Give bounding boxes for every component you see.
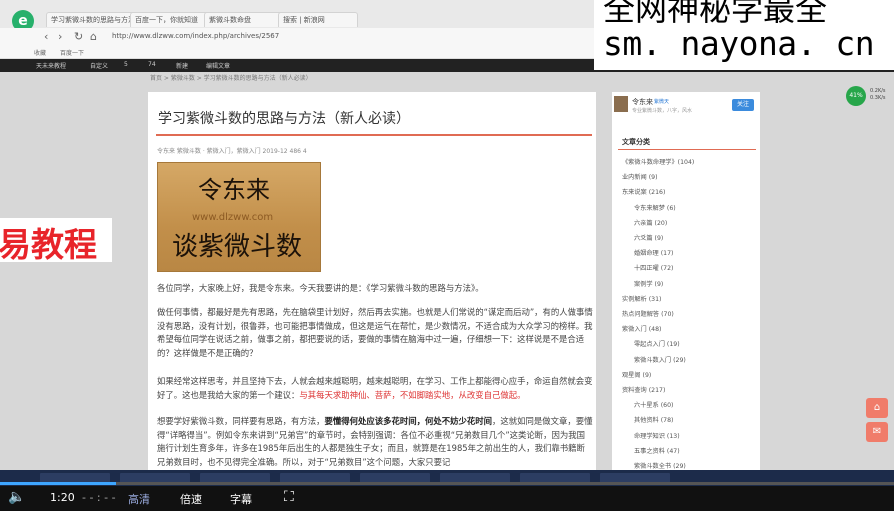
categories-title: 文章分类 <box>622 138 650 146</box>
follow-button[interactable]: 关注 <box>732 99 754 111</box>
admin-item-new[interactable]: 新建 <box>176 61 188 70</box>
home-button[interactable]: ⌂ <box>90 30 97 43</box>
browser-tab-active[interactable]: 学习紫微斗数的思路与方法（新人必读） <box>46 12 136 27</box>
article-paragraph-3: 如果经常这样思考，并且坚持下去，人就会越来越聪明，越来越聪明，在学习、工作上都能… <box>157 375 593 402</box>
tab-label: 紫微斗数命盘 <box>209 16 251 24</box>
article-paragraph-4: 想要学好紫微斗数，同样要有思路，有方法，要懂得何处应该多花时间，何处不妨少花时间… <box>157 415 593 471</box>
forward-button[interactable]: › <box>58 30 62 43</box>
sidebar-category-item[interactable]: 紫微斗数全书 (29) <box>634 461 686 470</box>
hero-calligraphy-line2: 谈紫微斗数 <box>172 232 303 262</box>
sidebar-category-item[interactable]: 案例学 (9) <box>634 279 663 288</box>
author-description: 专业紫微斗数，八字，风水 <box>632 108 693 114</box>
bold-text: 要懂得何处应该多花时间，何处不妨少花时间 <box>324 416 493 426</box>
duration: - - : - - <box>82 491 116 504</box>
sidebar-category-item[interactable]: 令东来解梦 (6) <box>634 203 676 212</box>
sidebar-category-item[interactable]: 观星阁 (9) <box>622 370 651 379</box>
tab-label: 搜索 | 新浪网 <box>283 16 325 24</box>
home-icon[interactable]: ⌂ <box>866 398 888 418</box>
left-overlay-text: 易教程 <box>0 225 97 264</box>
progress-track[interactable] <box>0 482 894 485</box>
sidebar-category-item[interactable]: 婚姻命理 (17) <box>634 248 673 257</box>
reload-button[interactable]: ↻ <box>74 30 83 43</box>
sidebar-category-item[interactable]: 十四正曜 (72) <box>634 263 673 272</box>
fullscreen-icon[interactable]: ⛶ <box>284 489 294 505</box>
article-title: 学习紫微斗数的思路与方法（新人必读） <box>158 111 410 127</box>
sidebar-category-item[interactable]: 紫微斗数入门 (29) <box>634 355 686 364</box>
breadcrumb[interactable]: 首页 > 紫微斗数 > 学习紫微斗数的思路与方法（新人必读） <box>150 73 312 82</box>
browser-tab[interactable]: 百度一下，你就知道 <box>130 12 210 27</box>
url-field[interactable]: http://www.dlzww.com/index.php/archives/… <box>112 32 279 40</box>
sidebar-category-item[interactable]: 六亲篇 (20) <box>634 218 667 227</box>
speed-button[interactable]: 倍速 <box>180 491 202 507</box>
tab-label: 百度一下，你就知道 <box>135 16 198 24</box>
admin-item-updates[interactable]: 5 <box>124 61 128 68</box>
article-paragraph-2: 做任何事情，都最好是先有思路，先在脑袋里计划好，然后再去实施。也就是人们常说的“… <box>157 307 593 358</box>
progress-fill <box>0 482 117 485</box>
tab-label: 学习紫微斗数的思路与方法（新人必读） <box>51 16 135 24</box>
sidebar-category-item[interactable]: 业内新闻 (9) <box>622 172 657 181</box>
volume-icon[interactable]: 🔈 <box>8 489 25 505</box>
video-player-controls: 🔈 1:20 - - : - - 高清 倍速 字幕 ⛶ <box>0 486 894 511</box>
paragraph-text: 想要学好紫微斗数，同样要有思路，有方法， <box>157 416 325 426</box>
admin-item-comments[interactable]: 74 <box>148 61 156 68</box>
admin-item-edit[interactable]: 编辑文章 <box>206 61 230 70</box>
sidebar-category-item[interactable]: 东来说案 (216) <box>622 187 665 196</box>
sidebar-category-item[interactable]: 五事之资料 (47) <box>634 446 680 455</box>
quality-button[interactable]: 高清 <box>128 491 150 507</box>
author-name[interactable]: 令东来 <box>632 97 653 107</box>
avatar[interactable] <box>614 96 628 112</box>
highlight-text: 与其每天求助神仙、菩萨，不如脚踏实地，从改变自己做起。 <box>299 389 526 400</box>
current-time: 1:20 <box>50 491 75 504</box>
bookmark-item[interactable]: 收藏 <box>34 48 46 57</box>
sidebar-category-item[interactable]: 资料查询 (217) <box>622 385 665 394</box>
hero-calligraphy-line1: 令东来 <box>198 176 270 204</box>
sidebar-category-item[interactable]: 《紫微斗数命理学》(104) <box>622 157 694 166</box>
sidebar-category-item[interactable]: 紫微入门 (48) <box>622 324 661 333</box>
speed-up-text: 0.2K/s <box>870 88 886 94</box>
hero-url-text: www.dlzww.com <box>192 212 274 223</box>
sidebar-category-item[interactable]: 实例解析 (31) <box>622 294 661 303</box>
admin-item-customize[interactable]: 自定义 <box>90 61 108 70</box>
sidebar-category-item[interactable]: 其他资料 (78) <box>634 415 673 424</box>
admin-item-site[interactable]: 天未来教程 <box>36 61 66 70</box>
author-tag: 紫微天 <box>654 99 670 105</box>
chat-icon[interactable]: ✉ <box>866 422 888 442</box>
article-paragraph-1: 各位同学，大家晚上好，我是令东来。今天我要讲的是：《学习紫微斗数的思路与方法》。 <box>157 283 484 293</box>
browser-tab[interactable]: 紫微斗数命盘 <box>204 12 284 27</box>
sidebar-category-item[interactable]: 六爻篇 (9) <box>634 233 663 242</box>
bookmark-item[interactable]: 百度一下 <box>60 48 84 57</box>
speed-down-text: 0.3K/s <box>870 95 886 101</box>
watermark-text: sm. nayona. cn <box>603 24 875 63</box>
sidebar-category-item[interactable]: 命理学知识 (13) <box>634 431 680 440</box>
back-button[interactable]: ‹ <box>44 30 48 43</box>
network-speed-badge[interactable]: 41% <box>846 86 866 106</box>
network-speed-readout: 0.2K/s 0.3K/s <box>870 88 886 102</box>
sidebar-category-item[interactable]: 热点问题解答 (70) <box>622 309 674 318</box>
article-meta: 令东来 紫微斗数 · 紫微入门，紫微入门 2019-12 486 4 <box>157 148 307 155</box>
sidebar-category-item[interactable]: 零起点入门 (19) <box>634 339 680 348</box>
categories-divider <box>618 149 756 150</box>
title-divider <box>156 134 592 136</box>
subtitle-button[interactable]: 字幕 <box>230 491 252 507</box>
browser-tab[interactable]: 搜索 | 新浪网 <box>278 12 358 27</box>
sidebar-category-item[interactable]: 六十星系 (60) <box>634 400 673 409</box>
